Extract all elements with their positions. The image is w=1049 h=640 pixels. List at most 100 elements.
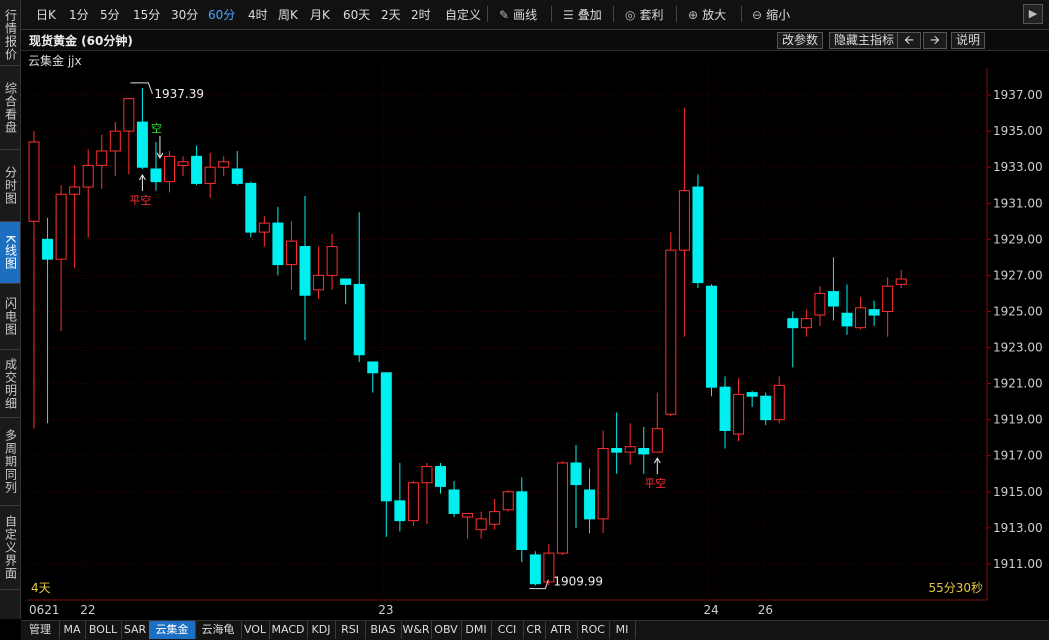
period-7[interactable]: 周K <box>278 6 298 23</box>
candle-body[interactable] <box>245 182 257 233</box>
indicator-tab-7[interactable]: MACD <box>269 621 308 639</box>
candle-body[interactable] <box>868 309 880 316</box>
candle-body[interactable] <box>692 186 704 284</box>
indicator-tab-0[interactable]: 管理 <box>21 621 60 639</box>
candle-body[interactable] <box>462 512 474 518</box>
period-4[interactable]: 30分 <box>171 6 198 23</box>
indicator-tab-13[interactable]: DMI <box>461 621 492 639</box>
candle-body[interactable] <box>800 318 812 329</box>
candle-body[interactable] <box>719 386 731 431</box>
candle-body[interactable] <box>827 291 839 307</box>
help-button[interactable]: 说明 <box>951 32 986 49</box>
tool-button-3[interactable]: ⊕ 放大 <box>688 6 726 23</box>
candle-body[interactable] <box>841 312 853 327</box>
hide-main-indicator-button[interactable]: 隐藏主指标 <box>829 32 900 49</box>
period-0[interactable]: 日K <box>36 6 56 23</box>
candle-body[interactable] <box>109 130 121 152</box>
tool-button-0[interactable]: ✎ 画线 <box>499 6 537 23</box>
candle-body[interactable] <box>529 554 541 585</box>
candle-body[interactable] <box>136 121 148 168</box>
period-8[interactable]: 月K <box>310 6 330 23</box>
candle-body[interactable] <box>326 246 338 276</box>
period-2[interactable]: 5分 <box>100 6 120 23</box>
sidebar-item-5[interactable]: 成交明细 <box>0 350 20 418</box>
candle-body[interactable] <box>665 249 677 415</box>
candle-body[interactable] <box>299 246 311 296</box>
candle-body[interactable] <box>258 222 270 233</box>
next-arrow-button[interactable]: 🡪 <box>923 32 947 49</box>
candle-body[interactable] <box>218 161 230 168</box>
candle-body[interactable] <box>177 161 189 166</box>
candle-body[interactable] <box>164 155 175 183</box>
candle-body[interactable] <box>313 274 325 291</box>
period-3[interactable]: 15分 <box>133 6 160 23</box>
candle-body[interactable] <box>638 448 650 455</box>
indicator-tab-16[interactable]: ATR <box>545 621 578 639</box>
indicator-tab-1[interactable]: MA <box>59 621 86 639</box>
candle-body[interactable] <box>353 283 365 356</box>
indicator-tab-12[interactable]: OBV <box>431 621 462 639</box>
candle-body[interactable] <box>407 482 419 522</box>
candle-body[interactable] <box>285 240 297 266</box>
period-1[interactable]: 1分 <box>69 6 89 23</box>
candle-body[interactable] <box>773 384 785 421</box>
sidebar-item-2[interactable]: 分时图 <box>0 150 20 222</box>
candle-body[interactable] <box>882 285 894 312</box>
sidebar-item-4[interactable]: 闪电图 <box>0 284 20 350</box>
indicator-tab-4[interactable]: 云集金 <box>149 621 196 639</box>
indicator-tab-17[interactable]: ROC <box>577 621 610 639</box>
indicator-tab-15[interactable]: CR <box>523 621 546 639</box>
sidebar-item-7[interactable]: 自定义界面 <box>0 506 20 590</box>
candle-body[interactable] <box>733 393 745 435</box>
candle-body[interactable] <box>611 448 623 453</box>
candle-body[interactable] <box>42 238 54 260</box>
candle-body[interactable] <box>624 446 636 453</box>
indicator-tab-5[interactable]: 云海龟 <box>195 621 242 639</box>
period-12[interactable]: 自定义 <box>445 6 481 23</box>
toolbar-next-button[interactable]: ▶ <box>1023 4 1043 24</box>
candle-body[interactable] <box>123 98 135 132</box>
candle-body[interactable] <box>28 141 40 222</box>
candle-body[interactable] <box>191 155 203 184</box>
sidebar-item-3[interactable]: K线图 <box>0 222 20 284</box>
period-11[interactable]: 2时 <box>411 6 431 23</box>
period-9[interactable]: 60天 <box>343 6 370 23</box>
tool-button-2[interactable]: ◎ 套利 <box>625 6 664 23</box>
candle-body[interactable] <box>367 361 379 374</box>
candle-body[interactable] <box>394 500 406 522</box>
candle-body[interactable] <box>570 462 582 486</box>
tool-button-1[interactable]: ☰ 叠加 <box>563 6 602 23</box>
indicator-tab-10[interactable]: BIAS <box>365 621 402 639</box>
candle-body[interactable] <box>231 168 243 184</box>
candle-body[interactable] <box>204 166 216 184</box>
candle-body[interactable] <box>760 395 772 421</box>
indicator-tab-8[interactable]: KDJ <box>307 621 336 639</box>
candle-body[interactable] <box>597 448 609 520</box>
candle-body[interactable] <box>502 491 514 511</box>
candle-body[interactable] <box>55 193 67 260</box>
candle-body[interactable] <box>584 489 596 520</box>
indicator-tab-6[interactable]: VOL <box>241 621 270 639</box>
indicator-tab-2[interactable]: BOLL <box>85 621 122 639</box>
indicator-tab-3[interactable]: SAR <box>121 621 150 639</box>
period-10[interactable]: 2天 <box>381 6 401 23</box>
indicator-tab-9[interactable]: RSI <box>335 621 366 639</box>
candle-body[interactable] <box>448 489 460 514</box>
candle-body[interactable] <box>421 466 433 484</box>
candle-body[interactable] <box>516 491 528 551</box>
candlestick-chart[interactable]: 1937.00 1935.00 1933.00 1931.00 1929.00 1927.… <box>27 68 1049 618</box>
prev-arrow-button[interactable]: 🡨 <box>897 32 921 49</box>
sidebar-item-6[interactable]: 多周期同列 <box>0 418 20 506</box>
candle-body[interactable] <box>272 222 284 266</box>
tool-button-4[interactable]: ⊖ 缩小 <box>752 6 790 23</box>
candle-body[interactable] <box>814 292 826 316</box>
sidebar-item-0[interactable]: 行情报价 <box>0 4 20 66</box>
candle-body[interactable] <box>678 190 690 251</box>
candle-body[interactable] <box>651 428 663 453</box>
candle-body[interactable] <box>435 466 446 487</box>
candle-body[interactable] <box>706 285 717 388</box>
candle-body[interactable] <box>746 392 758 397</box>
candle-body[interactable] <box>96 150 108 166</box>
candle-body[interactable] <box>787 318 799 329</box>
candle-body[interactable] <box>556 462 568 554</box>
